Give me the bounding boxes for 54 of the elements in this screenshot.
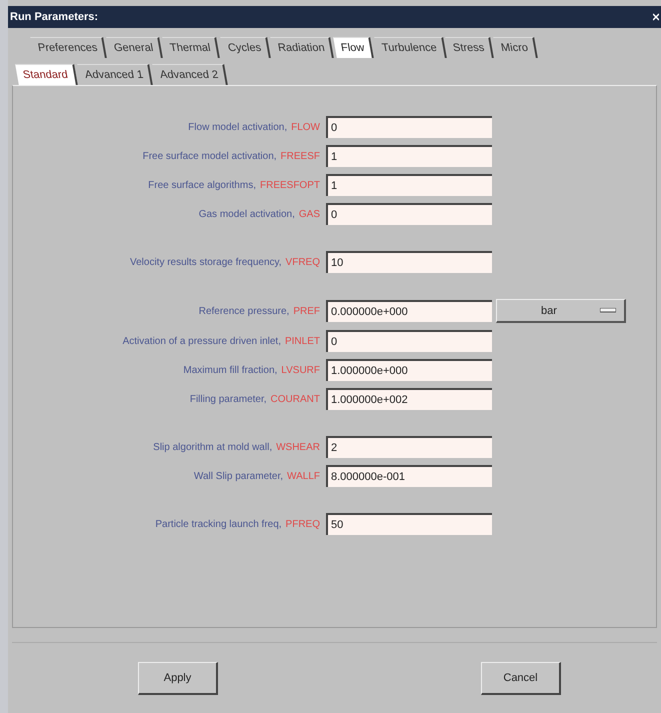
subtab[interactable]: Standard <box>15 64 78 85</box>
subtab[interactable]: Advanced 1 <box>76 64 153 85</box>
input-field[interactable]: 2 <box>326 436 492 458</box>
tab[interactable]: Stress <box>445 37 494 58</box>
apply-button[interactable]: Apply <box>138 662 218 694</box>
parameter-label: Gas model activation, <box>198 208 295 220</box>
parameter-label: Velocity results storage frequency, <box>130 256 282 268</box>
parameter-code: FLOW <box>291 122 320 132</box>
parameter-label: Flow model activation, <box>188 122 288 132</box>
tab[interactable]: General <box>106 37 164 58</box>
parameter-code: GAS <box>298 208 320 220</box>
parameter-code: PFREQ <box>286 518 320 530</box>
tab[interactable]: Micro <box>494 37 538 58</box>
tab[interactable]: Thermal <box>162 37 221 58</box>
cancel-button[interactable]: Cancel <box>481 662 561 694</box>
input-field[interactable]: 1 <box>326 145 492 167</box>
input-field[interactable]: 8.000000e-001 <box>326 465 492 487</box>
input-field[interactable]: 50 <box>326 513 492 535</box>
parameter-label: Slip algorithm at mold wall, <box>153 442 272 452</box>
parameter-label: Wall Slip parameter, <box>194 470 284 482</box>
input-field[interactable]: 1 <box>326 174 492 196</box>
parameter-label: Maximum fill fraction, <box>183 364 278 376</box>
parameter-label: Free surface algorithms, <box>148 180 256 190</box>
parameter-label: Free surface model activation, <box>142 150 277 162</box>
input-field[interactable]: 10 <box>326 251 492 273</box>
parameter-code: LVSURF <box>281 364 320 376</box>
tab[interactable]: Cycles <box>220 37 271 58</box>
parameter-code: PINLET <box>284 336 320 346</box>
unit-dropdown[interactable]: bar <box>496 299 626 323</box>
input-field[interactable]: 0 <box>326 116 492 138</box>
input-field[interactable]: 0 <box>326 330 492 352</box>
input-field[interactable]: 1.000000e+000 <box>326 359 492 381</box>
input-field[interactable]: 1.000000e+002 <box>326 388 492 410</box>
tab[interactable]: Flow <box>333 37 374 58</box>
tab[interactable]: Preferences <box>30 37 108 58</box>
parameter-code: FREESFOPT <box>260 180 320 190</box>
subtab[interactable]: Advanced 2 <box>152 64 228 85</box>
parameter-code: VFREQ <box>286 256 320 268</box>
parameter-label: Filling parameter, <box>190 394 267 404</box>
tab[interactable]: Radiation <box>270 37 334 58</box>
parameter-label: Reference pressure, <box>198 306 290 316</box>
parameter-code: WALLF <box>287 470 320 482</box>
parameter-code: PREF <box>293 306 320 316</box>
parameter-code: WSHEAR <box>276 442 320 452</box>
parameter-label: Particle tracking launch freq, <box>155 518 282 530</box>
close-icon[interactable] <box>653 13 659 21</box>
input-field[interactable]: 0 <box>326 203 492 225</box>
window-title: Run Parameters: <box>10 11 98 23</box>
input-field[interactable]: 0.000000e+000 <box>326 300 492 322</box>
tab[interactable]: Turbulence <box>374 37 446 58</box>
parameter-code: FREESF <box>280 150 320 162</box>
dropdown-icon <box>600 308 616 313</box>
parameter-label: Activation of a pressure driven inlet, <box>122 336 281 346</box>
parameter-code: COURANT <box>270 394 320 404</box>
